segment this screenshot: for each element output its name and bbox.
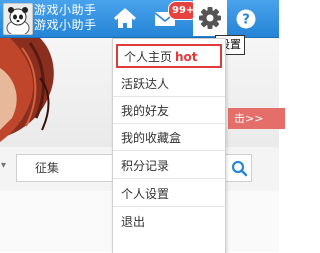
menu-item-friends[interactable]: 我的好友 [113,98,225,124]
menu-item-label: 退出 [121,215,146,229]
menu-item-points-history[interactable]: 积分记录 [113,153,225,179]
banner-illustration [0,38,54,142]
banner-more-link[interactable]: 击>> [228,108,285,129]
menu-item-personal-settings[interactable]: 个人设置 [113,181,225,207]
menu-item-favorites[interactable]: 我的收藏盒 [113,125,225,151]
help-icon: ? [236,9,256,29]
top-navigation-bar: 游戏小助手 游戏小助手 99+ ? [0,0,279,38]
gear-icon [199,7,221,29]
menu-item-label: 个人主页 [124,50,173,64]
menu-item-profile[interactable]: 个人主页 hot [116,44,222,68]
settings-dropdown-menu: 个人主页 hot 活跃达人 我的好友 我的收藏盒 积分记录 个人设置 退出 [112,38,226,253]
search-button[interactable] [228,154,252,182]
home-icon [113,8,137,28]
search-category-dropdown-icon[interactable]: ▾ [1,160,15,176]
svg-text:?: ? [242,13,250,28]
menu-item-label: 个人设置 [121,187,170,201]
settings-button[interactable] [193,0,227,36]
hot-tag: hot [175,50,198,64]
home-button[interactable] [110,2,140,35]
menu-item-logout[interactable]: 退出 [113,209,225,235]
menu-item-label: 我的好友 [121,104,170,118]
search-icon [231,160,248,177]
menu-item-label: 活跃达人 [121,77,170,91]
menu-item-label: 我的收藏盒 [121,131,182,145]
avatar[interactable] [3,3,33,35]
help-button[interactable]: ? [229,2,263,35]
menu-item-active-users[interactable]: 活跃达人 [113,71,225,97]
panda-avatar-icon [4,4,32,34]
menu-item-label: 积分记录 [121,159,170,173]
